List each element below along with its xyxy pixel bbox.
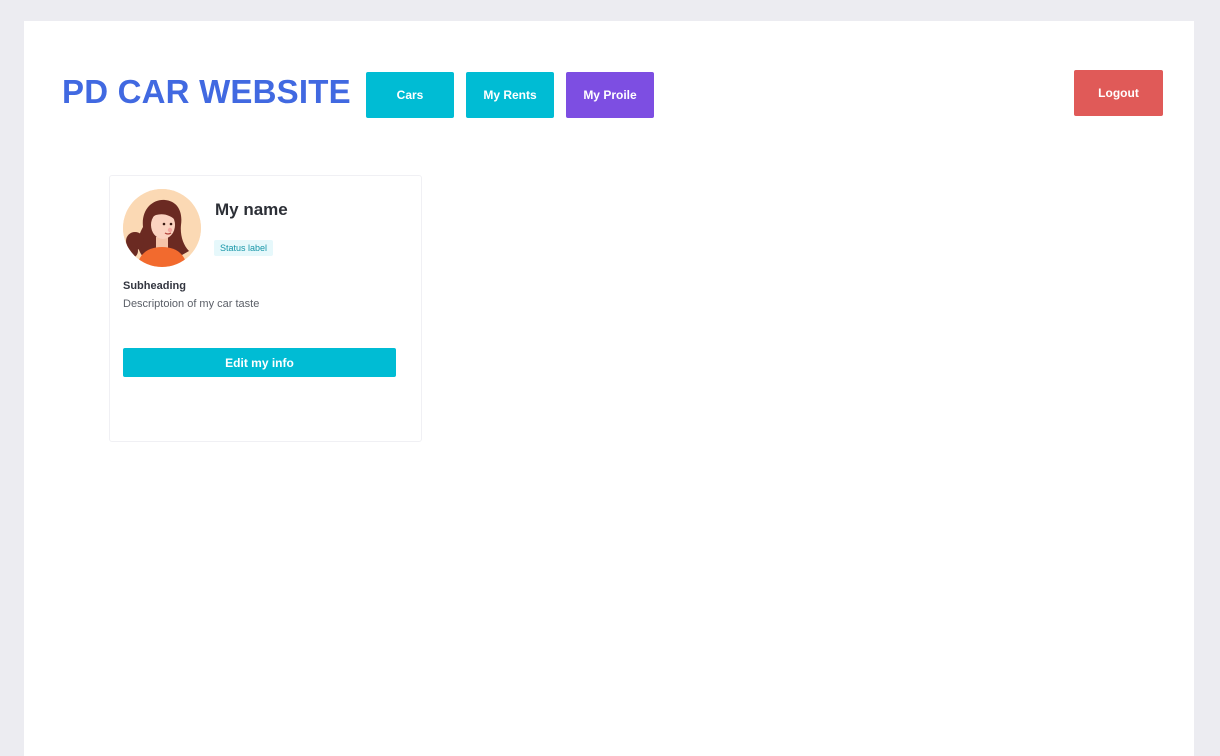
logout-button[interactable]: Logout [1074, 70, 1163, 116]
nav-my-rents-button[interactable]: My Rents [466, 72, 554, 118]
woman-avatar-icon [123, 189, 201, 267]
nav-cars-button[interactable]: Cars [366, 72, 454, 118]
profile-name: My name [215, 200, 288, 219]
nav-my-profile-button[interactable]: My Proile [566, 72, 654, 118]
page-container: PD CAR WEBSITE Cars My Rents My Proile L… [24, 21, 1194, 756]
profile-card: My name Status label Subheading Descript… [109, 175, 422, 442]
edit-info-button[interactable]: Edit my info [123, 348, 396, 377]
brand-title: PD CAR WEBSITE [62, 73, 351, 110]
profile-description: Descriptoion of my car taste [123, 298, 260, 310]
avatar [123, 189, 201, 267]
status-badge: Status label [214, 240, 274, 256]
profile-subheading: Subheading [123, 280, 186, 292]
